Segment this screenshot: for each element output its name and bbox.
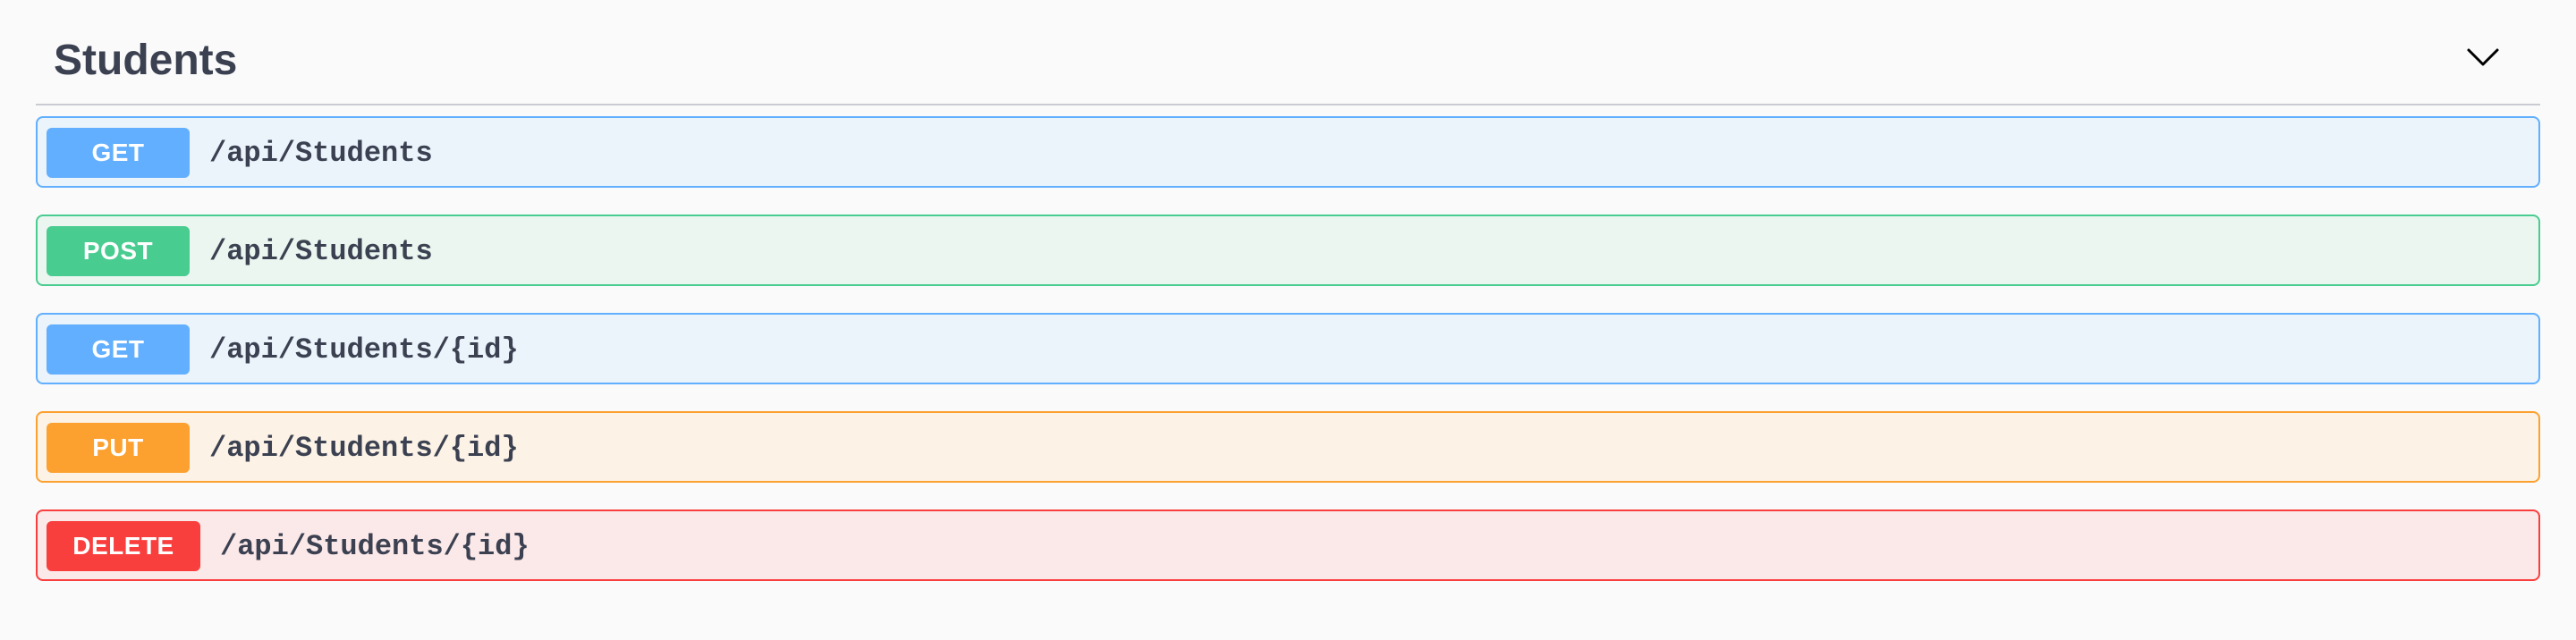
operation-path: /api/Students/{id} xyxy=(220,530,530,563)
tag-header[interactable]: Students xyxy=(36,0,2540,105)
method-badge-get: GET xyxy=(47,128,190,178)
operation-path: /api/Students/{id} xyxy=(209,333,519,366)
operation-path: /api/Students xyxy=(209,235,433,268)
operation-path: /api/Students/{id} xyxy=(209,432,519,465)
operation-delete-student-by-id[interactable]: DELETE /api/Students/{id} xyxy=(36,509,2540,581)
operation-put-student-by-id[interactable]: PUT /api/Students/{id} xyxy=(36,411,2540,483)
students-section: Students GET /api/Students POST /api/Stu… xyxy=(36,0,2540,581)
method-badge-delete: DELETE xyxy=(47,521,200,571)
operation-post-students[interactable]: POST /api/Students xyxy=(36,215,2540,286)
operation-get-students[interactable]: GET /api/Students xyxy=(36,116,2540,188)
method-badge-put: PUT xyxy=(47,423,190,473)
operation-get-student-by-id[interactable]: GET /api/Students/{id} xyxy=(36,313,2540,384)
chevron-down-icon xyxy=(2467,48,2499,66)
method-badge-get: GET xyxy=(47,324,190,375)
operation-path: /api/Students xyxy=(209,137,433,170)
method-badge-post: POST xyxy=(47,226,190,276)
tag-title: Students xyxy=(54,37,238,84)
collapse-toggle-button[interactable] xyxy=(2462,39,2504,75)
